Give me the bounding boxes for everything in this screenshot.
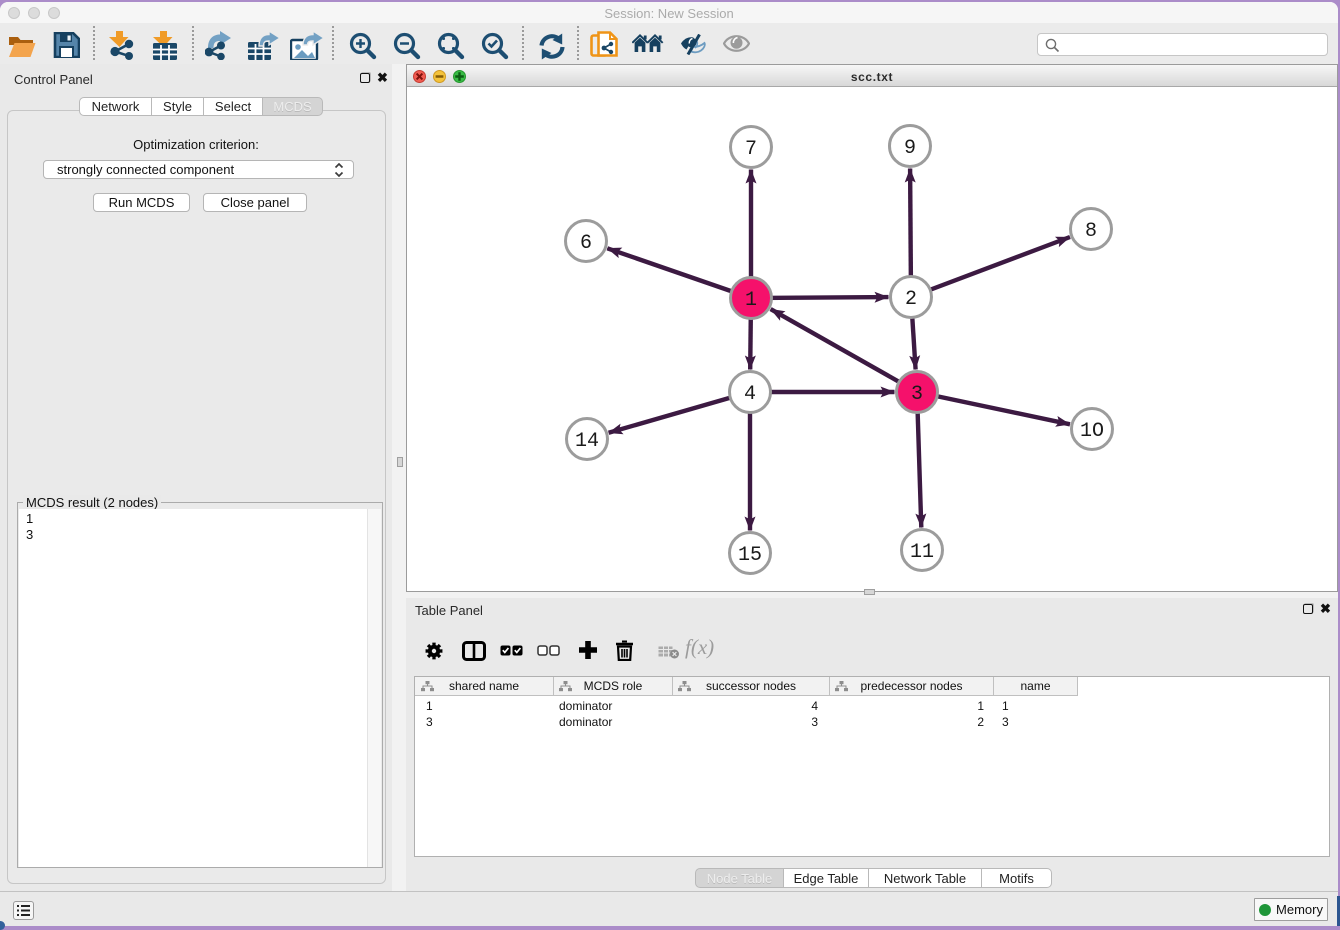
svg-text:2: 2 — [905, 288, 917, 311]
svg-text:14: 14 — [575, 430, 599, 453]
svg-text:9: 9 — [904, 137, 916, 160]
svg-text:3: 3 — [911, 383, 923, 406]
svg-text:1: 1 — [745, 289, 757, 312]
svg-text:4: 4 — [744, 383, 756, 406]
svg-text:6: 6 — [580, 232, 592, 255]
svg-text:11: 11 — [910, 541, 934, 564]
svg-text:1O: 1O — [1080, 420, 1104, 443]
svg-text:15: 15 — [738, 544, 762, 567]
svg-text:7: 7 — [745, 138, 757, 161]
svg-text:8: 8 — [1085, 220, 1097, 243]
